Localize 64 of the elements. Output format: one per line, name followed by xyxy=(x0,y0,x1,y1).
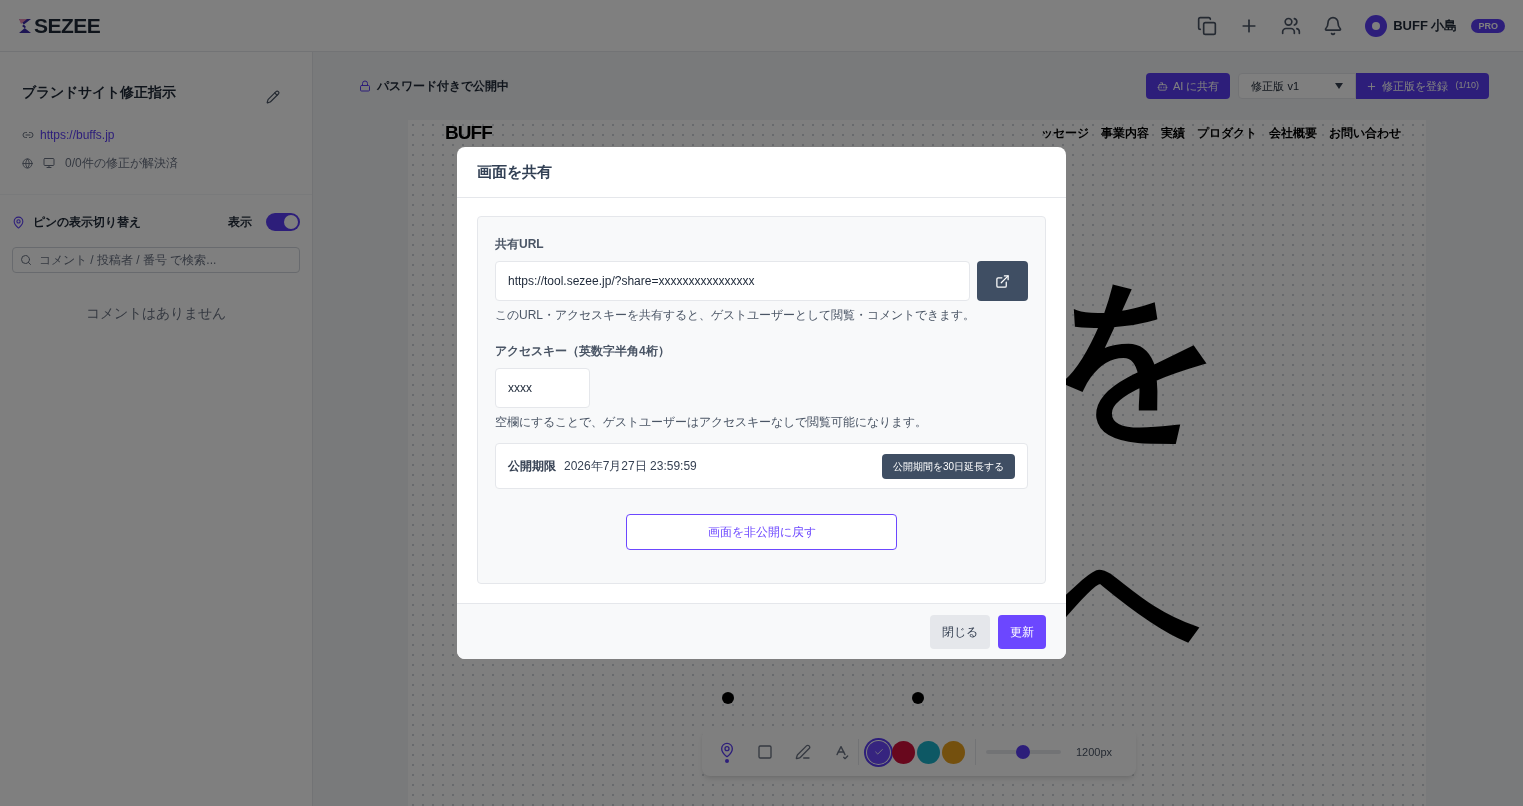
ai-share-button[interactable]: AI に共有 xyxy=(1146,73,1231,99)
app-logo: SEZEE xyxy=(34,12,101,39)
project-title: ブランドサイト修正指示 xyxy=(22,83,176,102)
user-name[interactable]: BUFF 小島 xyxy=(1393,15,1458,36)
expiry-label: 公開期限 xyxy=(508,458,556,475)
publish-status[interactable]: パスワード付きで公開中 xyxy=(377,77,509,95)
access-key-field[interactable]: xxxx xyxy=(495,368,590,408)
plus-icon xyxy=(1366,80,1378,92)
slider-thumb[interactable] xyxy=(1015,745,1030,759)
extend-button[interactable]: 公開期間を30日延長する xyxy=(881,453,1015,479)
pencil-icon xyxy=(795,744,811,760)
robot-icon xyxy=(1157,80,1169,92)
plan-badge: PRO xyxy=(1471,18,1505,33)
field-label: 共有URL xyxy=(495,236,545,253)
toggle-state-label: 表示 xyxy=(228,214,252,231)
site-logo: BUFF xyxy=(445,123,492,142)
site-nav-item[interactable]: プロダクト xyxy=(1197,124,1257,142)
color-swatch[interactable] xyxy=(867,740,890,764)
site-nav-item[interactable]: 事業内容 xyxy=(1101,124,1149,142)
open-link-button[interactable] xyxy=(977,261,1028,301)
size-reading: 1200px xyxy=(1076,744,1113,760)
site-nav-item[interactable]: 会社概要 xyxy=(1269,124,1317,142)
dialog-title: 画面を共有 xyxy=(477,161,552,182)
site-link[interactable]: https://buffs.jp xyxy=(40,126,115,144)
color-swatch[interactable] xyxy=(942,740,965,764)
expiry-date: 2026年7月27日 23:59:59 xyxy=(564,458,697,475)
bell-icon[interactable] xyxy=(1323,15,1344,36)
caret-icon xyxy=(1335,83,1344,89)
empty-message: コメントはありません xyxy=(86,304,226,323)
update-button[interactable]: 更新 xyxy=(998,614,1046,649)
site-nav-item[interactable]: お問い合わせ xyxy=(1329,124,1401,142)
help-text: 空欄にすることで、ゲストユーザーはアクセスキーなしで閲覧可能になります。 xyxy=(495,414,928,431)
text-icon xyxy=(833,744,849,760)
color-swatch[interactable] xyxy=(892,740,915,764)
unpublish-button[interactable]: 画面を非公開に戻す xyxy=(626,514,897,550)
globe-icon xyxy=(22,157,33,169)
field-label: アクセスキー（英数字半角4桁） xyxy=(495,343,671,360)
check-icon xyxy=(873,747,884,757)
external-link-icon xyxy=(995,273,1010,289)
link-icon xyxy=(22,129,34,141)
site-nav-item[interactable]: ッセージ xyxy=(1041,124,1089,142)
square-icon xyxy=(757,744,773,760)
logo-icon xyxy=(18,16,32,35)
help-text: このURL・アクセスキーを共有すると、ゲストユーザーとして閲覧・コメントできます。 xyxy=(495,307,976,324)
pin-icon xyxy=(719,741,735,758)
edit-icon[interactable] xyxy=(266,90,280,104)
site-nav-item[interactable]: 実績 xyxy=(1161,124,1185,142)
pin-icon xyxy=(12,215,25,229)
search-field[interactable]: コメント / 投稿者 / 番号 で検索... xyxy=(12,247,300,273)
share-url-field[interactable]: https://tool.sezee.jp/?share=xxxxxxxxxxxxxxxx xyxy=(495,261,970,301)
lock-icon xyxy=(359,80,371,92)
register-version-button[interactable]: 修正版を登録 (1/10) xyxy=(1356,73,1489,99)
user-avatar[interactable] xyxy=(1365,14,1388,37)
version-select[interactable]: 修正版 v1 xyxy=(1238,73,1357,99)
windows-icon[interactable] xyxy=(1197,15,1218,36)
color-swatch[interactable] xyxy=(917,740,940,764)
pin-toggle-label: ピンの表示切り替え xyxy=(33,214,141,231)
close-button[interactable]: 閉じる xyxy=(930,614,990,649)
pin-toggle[interactable] xyxy=(266,213,300,231)
monitor-icon xyxy=(43,157,55,169)
team-icon[interactable] xyxy=(1281,15,1302,36)
resolved-count: 0/0件の修正が解決済 xyxy=(65,155,178,172)
search-icon xyxy=(20,254,32,266)
size-slider[interactable] xyxy=(986,745,1061,759)
